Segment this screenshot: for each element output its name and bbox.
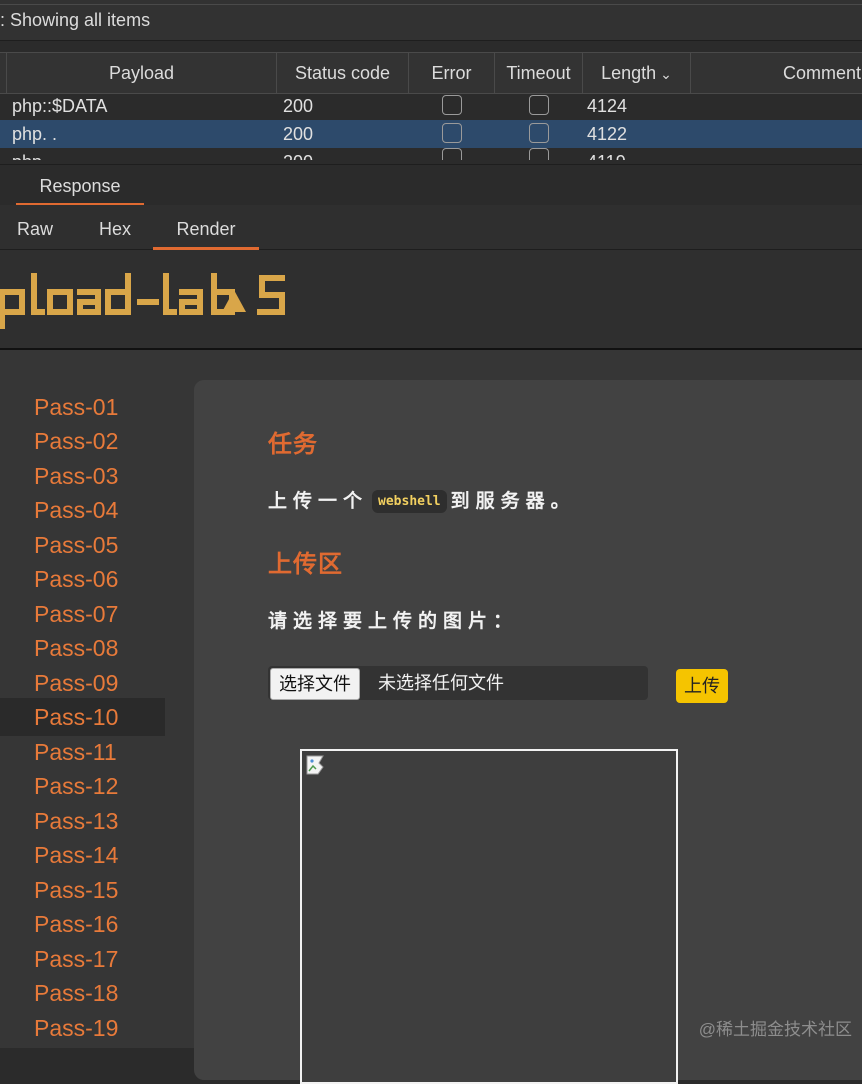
table-row-selected[interactable]: php. . 200 4122 (0, 120, 862, 148)
nav-pass-05[interactable]: Pass-05 (0, 526, 165, 564)
image-preview (300, 749, 678, 1084)
main-content-card: 任务 上传一个 webshell 到服务器。 上传区 请选择要上传的图片： 选择文件… (194, 380, 862, 1084)
cell-length: 4119 (587, 148, 626, 160)
cell-length: 4122 (587, 124, 628, 144)
column-header-length-label: Length (601, 63, 657, 83)
nav-pass-12[interactable]: Pass-12 (0, 767, 165, 805)
nav-pass-16[interactable]: Pass-16 (0, 905, 165, 943)
nav-pass-18[interactable]: Pass-18 (0, 974, 165, 1012)
nav-pass-03[interactable]: Pass-03 (0, 457, 165, 495)
column-header-status-code[interactable]: Status code (276, 53, 408, 93)
nav-pass-14[interactable]: Pass-14 (0, 836, 165, 874)
broken-image-icon (306, 755, 324, 775)
task-heading: 任务 (268, 431, 318, 458)
cell-status-code: 200 (283, 124, 314, 144)
rendered-page: Pass-01 Pass-02 Pass-03 Pass-04 Pass-05 … (0, 250, 862, 1084)
nav-pass-17[interactable]: Pass-17 (0, 940, 165, 978)
error-checkbox (442, 95, 462, 115)
cell-status-code: 200 (283, 96, 314, 116)
nav-pass-07[interactable]: Pass-07 (0, 595, 165, 633)
nav-pass-09[interactable]: Pass-09 (0, 664, 165, 702)
nav-pass-10[interactable]: Pass-10 (0, 698, 165, 736)
column-header-comment[interactable]: Comment (690, 53, 862, 93)
tab-hex[interactable]: Hex (80, 205, 150, 247)
cell-status-code: 200 (283, 148, 313, 160)
task-description: 上传一个 webshell 到服务器。 (268, 486, 576, 513)
cell-payload: php::$DATA (12, 96, 108, 116)
column-header-timeout[interactable]: Timeout (494, 53, 582, 93)
nav-pass-04[interactable]: Pass-04 (0, 491, 165, 529)
chevron-down-icon: ⌄ (660, 66, 672, 82)
table-row[interactable]: php 200 4119 (0, 148, 862, 160)
choose-file-button[interactable]: 选择文件 (270, 668, 360, 700)
timeout-checkbox (529, 123, 549, 143)
column-header-payload[interactable]: Payload (6, 53, 276, 93)
nav-pass-13[interactable]: Pass-13 (0, 802, 165, 840)
nav-pass-19[interactable]: Pass-19 (0, 1009, 165, 1047)
filter-bar[interactable]: : Showing all items (0, 0, 862, 41)
nav-pass-15[interactable]: Pass-15 (0, 871, 165, 909)
timeout-checkbox (529, 148, 549, 160)
cell-length: 4124 (587, 96, 628, 116)
nav-pass-06[interactable]: Pass-06 (0, 560, 165, 598)
filter-bar-divider (0, 4, 862, 5)
error-checkbox (442, 148, 462, 160)
response-tab-bar: Response (0, 164, 862, 206)
upload-button[interactable]: 上传 (676, 669, 728, 703)
cell-payload: php. . (12, 124, 58, 144)
task-text-pre: 上传一个 (268, 491, 369, 512)
nav-pass-02[interactable]: Pass-02 (0, 422, 165, 460)
column-header-length[interactable]: Length ⌄ (582, 53, 690, 93)
column-header-error[interactable]: Error (408, 53, 494, 93)
upload-heading: 上传区 (268, 551, 343, 578)
file-status-text: 未选择任何文件 (378, 673, 504, 693)
nav-pass-11[interactable]: Pass-11 (0, 733, 165, 771)
error-checkbox (442, 123, 462, 143)
nav-pass-08[interactable]: Pass-08 (0, 629, 165, 667)
pass-nav-sidebar: Pass-01 Pass-02 Pass-03 Pass-04 Pass-05 … (0, 350, 190, 1048)
task-text-post: 到服务器。 (450, 491, 576, 512)
site-banner (0, 250, 862, 350)
upload-prompt: 请选择要上传的图片： (268, 611, 519, 632)
site-logo (0, 273, 285, 329)
timeout-checkbox (529, 95, 549, 115)
filter-status-text: : Showing all items (0, 10, 151, 30)
watermark-text: @稀土掘金技术社区 (698, 1020, 852, 1039)
nav-pass-01[interactable]: Pass-01 (0, 388, 165, 426)
table-row[interactable]: php::$DATA 200 4124 (0, 92, 862, 120)
cell-payload: php (12, 148, 42, 160)
tab-render[interactable]: Render (153, 205, 259, 250)
webshell-code: webshell (372, 490, 447, 513)
tab-response[interactable]: Response (16, 165, 144, 206)
tab-raw[interactable]: Raw (0, 205, 70, 247)
table-header: Payload Status code Error Timeout Length… (0, 52, 862, 94)
results-table: Payload Status code Error Timeout Length… (0, 52, 862, 160)
view-subtab-bar: Raw Hex Render (0, 205, 862, 250)
file-input[interactable]: 选择文件 未选择任何文件 (268, 666, 648, 700)
